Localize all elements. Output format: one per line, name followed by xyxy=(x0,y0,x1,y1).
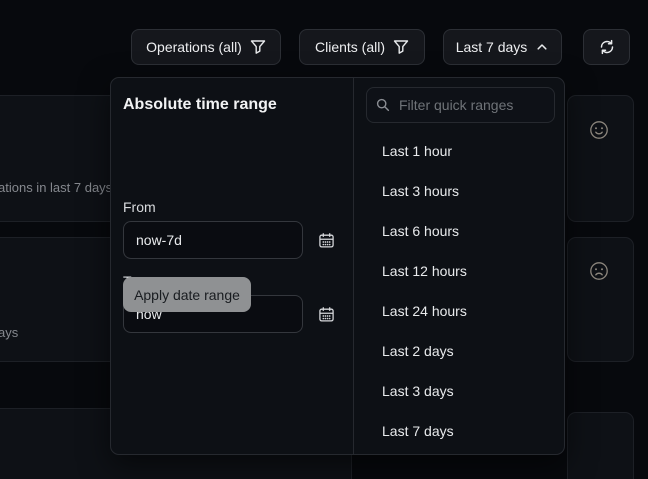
quick-range-option[interactable]: Last 3 hours xyxy=(354,171,566,211)
from-input[interactable] xyxy=(123,221,303,259)
clients-filter-button[interactable]: Clients (all) xyxy=(299,29,425,65)
operations-filter-button[interactable]: Operations (all) xyxy=(131,29,281,65)
absolute-time-range-section: Absolute time range From To xyxy=(111,78,353,454)
filter-funnel-icon xyxy=(393,39,409,55)
absolute-range-title: Absolute time range xyxy=(123,96,277,114)
chevron-up-icon xyxy=(535,40,549,54)
from-calendar-button[interactable] xyxy=(318,231,336,249)
to-calendar-button[interactable] xyxy=(318,305,336,323)
refresh-icon xyxy=(598,38,616,56)
operations-filter-label: Operations (all) xyxy=(146,39,242,55)
app-screen: ations in last 7 days ays Operatio xyxy=(0,0,648,479)
sad-face-icon xyxy=(589,261,609,281)
quick-range-option[interactable]: Last 7 days xyxy=(354,411,566,451)
refresh-button[interactable] xyxy=(583,29,630,65)
time-range-label: Last 7 days xyxy=(456,39,528,55)
stat-card-caption: ations in last 7 days xyxy=(0,180,112,195)
quick-range-option[interactable]: Last 1 hour xyxy=(354,131,566,171)
quick-ranges-list: Last 1 hour Last 3 hours Last 6 hours La… xyxy=(354,131,566,451)
quick-ranges-section: Last 1 hour Last 3 hours Last 6 hours La… xyxy=(353,78,566,454)
stat-card xyxy=(567,95,634,222)
happy-face-icon xyxy=(589,120,609,140)
filter-funnel-icon xyxy=(250,39,266,55)
from-label: From xyxy=(123,199,156,215)
time-range-button[interactable]: Last 7 days xyxy=(443,29,562,65)
apply-date-range-button[interactable]: Apply date range xyxy=(123,277,251,312)
quick-range-option[interactable]: Last 6 hours xyxy=(354,211,566,251)
stat-card-caption: ays xyxy=(0,325,18,340)
time-range-dropdown: Absolute time range From To xyxy=(110,77,565,455)
quick-ranges-search-input[interactable] xyxy=(366,87,555,123)
stat-card xyxy=(567,412,634,479)
quick-range-option[interactable]: Last 12 hours xyxy=(354,251,566,291)
quick-range-option[interactable]: Last 24 hours xyxy=(354,291,566,331)
stat-card xyxy=(567,237,634,362)
quick-range-option[interactable]: Last 2 days xyxy=(354,331,566,371)
clients-filter-label: Clients (all) xyxy=(315,39,385,55)
quick-range-option[interactable]: Last 3 days xyxy=(354,371,566,411)
